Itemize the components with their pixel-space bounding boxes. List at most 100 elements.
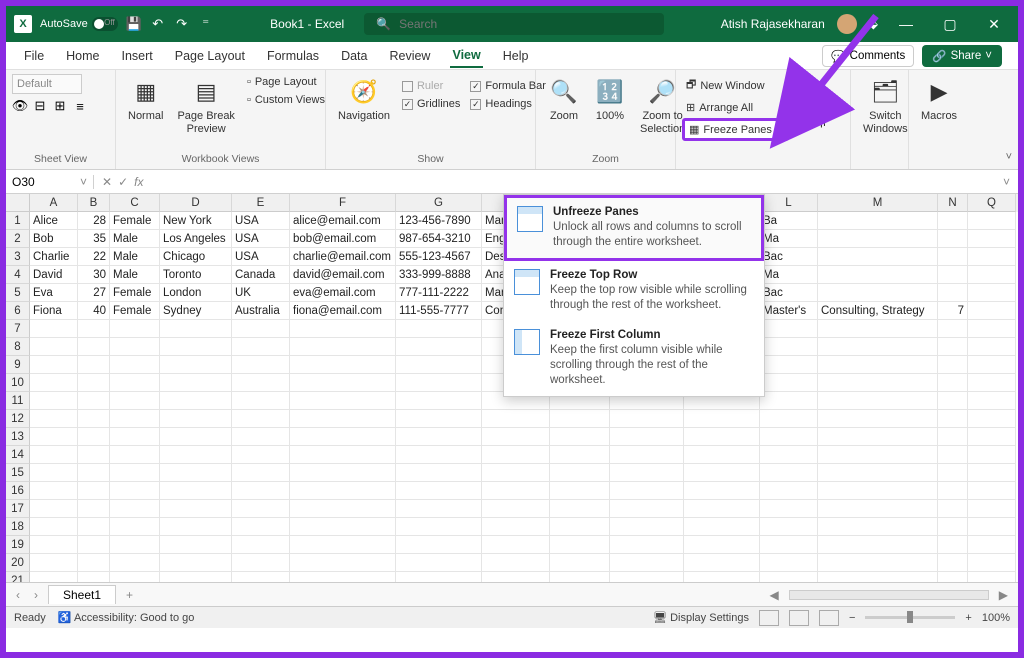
- cell[interactable]: [290, 356, 396, 374]
- cell[interactable]: [550, 446, 610, 464]
- row-header[interactable]: 3: [6, 248, 30, 266]
- cell[interactable]: [232, 536, 290, 554]
- cell[interactable]: [610, 500, 684, 518]
- cell[interactable]: Toronto: [160, 266, 232, 284]
- row-header[interactable]: 11: [6, 392, 30, 410]
- row-header[interactable]: 20: [6, 554, 30, 572]
- cell[interactable]: 27: [78, 284, 110, 302]
- cell[interactable]: [818, 446, 938, 464]
- cell[interactable]: [396, 536, 482, 554]
- pagelayout-view-status-icon[interactable]: [789, 610, 809, 626]
- cell[interactable]: [760, 320, 818, 338]
- column-header-C[interactable]: C: [110, 194, 160, 212]
- cell[interactable]: [818, 230, 938, 248]
- column-header-F[interactable]: F: [290, 194, 396, 212]
- freeze-panes-button[interactable]: ▦ Freeze Panes ˅: [682, 118, 789, 141]
- cell[interactable]: Los Angeles: [160, 230, 232, 248]
- name-box[interactable]: O30˅: [6, 175, 94, 189]
- cell[interactable]: [290, 536, 396, 554]
- cell[interactable]: [30, 320, 78, 338]
- cell[interactable]: [968, 500, 1016, 518]
- cell[interactable]: [160, 446, 232, 464]
- cell[interactable]: [938, 320, 968, 338]
- cell[interactable]: [30, 554, 78, 572]
- redo-icon[interactable]: ↷: [174, 16, 190, 32]
- cell[interactable]: [30, 428, 78, 446]
- cell[interactable]: [818, 248, 938, 266]
- search-box[interactable]: 🔍: [364, 13, 664, 35]
- cell[interactable]: [110, 320, 160, 338]
- view-side-icon[interactable]: ⫙: [813, 78, 829, 94]
- cell[interactable]: [232, 374, 290, 392]
- cell[interactable]: [78, 356, 110, 374]
- premium-icon[interactable]: ⬙: [869, 17, 878, 31]
- cell[interactable]: [232, 518, 290, 536]
- cell[interactable]: [290, 554, 396, 572]
- hscroll-left[interactable]: ◀: [766, 588, 783, 602]
- cell[interactable]: [684, 446, 760, 464]
- cell[interactable]: [396, 446, 482, 464]
- cell[interactable]: [550, 500, 610, 518]
- cell[interactable]: 7: [938, 302, 968, 320]
- cell[interactable]: UK: [232, 284, 290, 302]
- cell[interactable]: alice@email.com: [290, 212, 396, 230]
- sheet-nav-next[interactable]: ›: [30, 588, 42, 602]
- maximize-button[interactable]: ▢: [934, 16, 966, 33]
- row-header[interactable]: 16: [6, 482, 30, 500]
- cell[interactable]: [160, 464, 232, 482]
- cell[interactable]: [290, 320, 396, 338]
- sheet-nav-prev[interactable]: ‹: [12, 588, 24, 602]
- cell[interactable]: [30, 392, 78, 410]
- sheetview-exit-icon[interactable]: ⊟: [32, 98, 48, 114]
- cell[interactable]: Consulting, Strategy: [818, 302, 938, 320]
- cell[interactable]: 123-456-7890: [396, 212, 482, 230]
- cell[interactable]: [30, 446, 78, 464]
- custom-views-button[interactable]: ▫ Custom Views: [243, 92, 329, 108]
- cell[interactable]: [684, 518, 760, 536]
- cell[interactable]: [78, 464, 110, 482]
- cell[interactable]: Master's: [760, 302, 818, 320]
- cell[interactable]: [610, 572, 684, 582]
- cell[interactable]: [818, 212, 938, 230]
- cell[interactable]: 28: [78, 212, 110, 230]
- cell[interactable]: Bob: [30, 230, 78, 248]
- cell[interactable]: [110, 428, 160, 446]
- cell[interactable]: [110, 410, 160, 428]
- cell[interactable]: [968, 554, 1016, 572]
- navigation-button[interactable]: 🧭Navigation: [332, 74, 396, 125]
- cell[interactable]: Bac: [760, 248, 818, 266]
- cell[interactable]: [160, 536, 232, 554]
- cell[interactable]: [232, 500, 290, 518]
- cell[interactable]: London: [160, 284, 232, 302]
- cell[interactable]: [482, 554, 550, 572]
- cell[interactable]: Male: [110, 230, 160, 248]
- cell[interactable]: [160, 320, 232, 338]
- cell[interactable]: [30, 482, 78, 500]
- search-input[interactable]: [399, 17, 652, 31]
- cell[interactable]: [232, 464, 290, 482]
- hscroll-right[interactable]: ▶: [995, 588, 1012, 602]
- cell[interactable]: eva@email.com: [290, 284, 396, 302]
- cell[interactable]: Ma: [760, 230, 818, 248]
- cell[interactable]: [396, 500, 482, 518]
- cell[interactable]: [684, 536, 760, 554]
- cell[interactable]: [290, 464, 396, 482]
- cell[interactable]: [160, 572, 232, 582]
- cell[interactable]: david@email.com: [290, 266, 396, 284]
- cell[interactable]: [550, 554, 610, 572]
- cell[interactable]: [482, 536, 550, 554]
- cell[interactable]: USA: [232, 248, 290, 266]
- cell[interactable]: [482, 572, 550, 582]
- cell[interactable]: [818, 554, 938, 572]
- cell[interactable]: [110, 356, 160, 374]
- cell[interactable]: 111-555-7777: [396, 302, 482, 320]
- cell[interactable]: [78, 572, 110, 582]
- hide-button[interactable]: ▭: [795, 96, 811, 112]
- unfreeze-panes-item[interactable]: Unfreeze Panes Unlock all rows and colum…: [504, 195, 764, 261]
- cell[interactable]: [760, 572, 818, 582]
- cell[interactable]: [290, 392, 396, 410]
- cell[interactable]: [550, 536, 610, 554]
- cell[interactable]: [482, 518, 550, 536]
- tab-insert[interactable]: Insert: [120, 45, 155, 67]
- cell[interactable]: Chicago: [160, 248, 232, 266]
